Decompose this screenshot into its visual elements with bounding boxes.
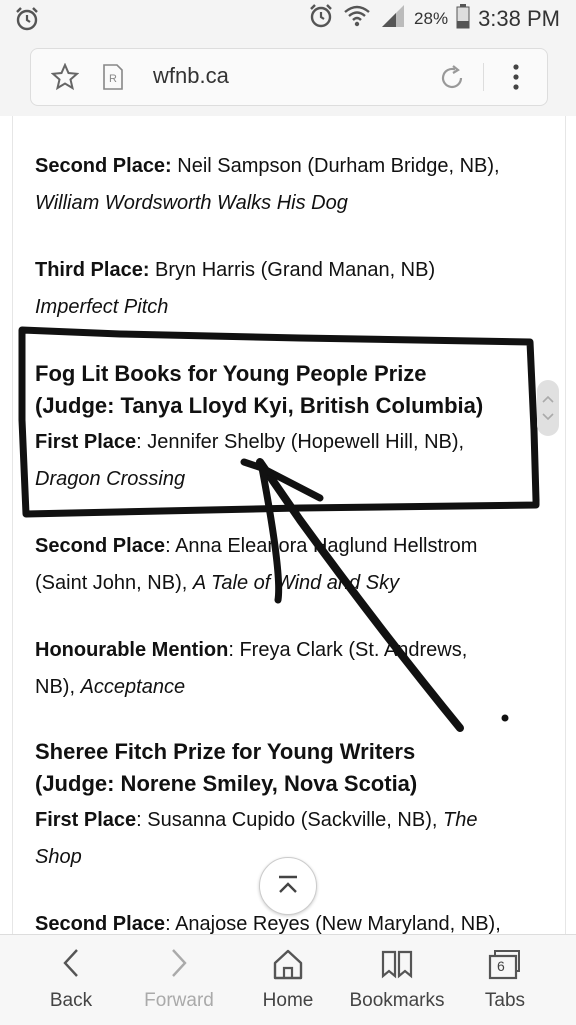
- reader-mode-icon[interactable]: R: [101, 63, 125, 96]
- award-label: First Place: [35, 809, 137, 831]
- winner-text: Bryn Harris (Grand Manan, NB): [149, 259, 436, 281]
- work-title: William Wordsworth Walks His Dog: [35, 192, 348, 214]
- forward-icon: [167, 947, 191, 984]
- back-icon: [59, 947, 83, 984]
- award-entry: Second Place: Neil Sampson (Durham Bridg…: [35, 148, 540, 222]
- work-title: Imperfect Pitch: [35, 296, 169, 318]
- bookmarks-button[interactable]: Bookmarks: [340, 935, 454, 1025]
- back-button[interactable]: Back: [22, 935, 120, 1025]
- work-title: Acceptance: [80, 676, 186, 698]
- prize-heading-line: Fog Lit Books for Young People Prize: [35, 361, 427, 386]
- bookmarks-label: Bookmarks: [349, 990, 445, 1011]
- award-label: Second Place: [35, 913, 166, 934]
- wifi-icon: [342, 3, 372, 35]
- winner-text: : Susanna Cupido (Sackville, NB),: [136, 809, 443, 831]
- clock: 3:38 PM: [478, 6, 560, 31]
- award-label: Honourable Mention: [35, 639, 229, 661]
- back-label: Back: [49, 990, 93, 1011]
- tabs-icon: 6: [487, 947, 523, 981]
- tab-count: 6: [497, 958, 505, 974]
- tabs-label: Tabs: [484, 990, 526, 1011]
- battery-percent: 28%: [414, 9, 449, 28]
- more-menu-icon[interactable]: [511, 61, 521, 98]
- forward-button[interactable]: Forward: [128, 935, 230, 1025]
- winner-text: : Freya Clark (St. Andrews,: [228, 639, 468, 661]
- signal-icon: [380, 3, 406, 35]
- web-content: Second Place: Neil Sampson (Durham Bridg…: [12, 116, 566, 934]
- alarm-icon: [14, 6, 40, 37]
- winner-text: : Anna Eleanora Haglund Hellstrom: [165, 535, 478, 557]
- award-entry: First Place: Jennifer Shelby (Hopewell H…: [35, 424, 540, 498]
- winner-text: Neil Sampson (Durham Bridge, NB),: [171, 155, 500, 177]
- winner-text: NB),: [35, 676, 81, 698]
- bookmarks-icon: [380, 947, 414, 986]
- award-entry: Second Place: Anna Eleanora Haglund Hell…: [35, 528, 540, 602]
- award-label: First Place: [35, 431, 137, 453]
- prize-heading: Sheree Fitch Prize for Young Writers (Ju…: [35, 736, 545, 800]
- prize-heading-line: (Judge: Tanya Lloyd Kyi, British Columbi…: [35, 393, 484, 418]
- prize-heading-line: Sheree Fitch Prize for Young Writers: [35, 739, 416, 764]
- winner-text: : Anajose Reyes (New Maryland, NB),: [165, 913, 501, 934]
- battery-icon: [456, 3, 470, 35]
- alarm-icon: [308, 3, 334, 35]
- status-icons: 28% 3:38 PM: [308, 4, 560, 34]
- work-title: Shop: [35, 846, 82, 868]
- winner-text: (Saint John, NB),: [35, 572, 193, 594]
- scroll-handle[interactable]: [537, 380, 559, 436]
- forward-label: Forward: [144, 990, 214, 1011]
- award-entry: Honourable Mention: Freya Clark (St. And…: [35, 632, 540, 706]
- address-bar[interactable]: R wfnb.ca: [30, 48, 548, 106]
- prize-heading: Fog Lit Books for Young People Prize (Ju…: [35, 358, 545, 422]
- winner-text: : Jennifer Shelby (Hopewell Hill, NB),: [136, 431, 465, 453]
- browser-toolbar: R wfnb.ca: [0, 38, 576, 116]
- scroll-to-top-button[interactable]: [259, 857, 317, 915]
- star-icon[interactable]: [50, 62, 80, 96]
- prize-heading-line: (Judge: Norene Smiley, Nova Scotia): [35, 771, 418, 796]
- home-icon: [271, 947, 305, 986]
- award-entry: Third Place: Bryn Harris (Grand Manan, N…: [35, 252, 540, 326]
- home-label: Home: [262, 990, 314, 1011]
- url-text[interactable]: wfnb.ca: [153, 63, 229, 89]
- award-label: Second Place: [35, 535, 166, 557]
- home-button[interactable]: Home: [248, 935, 328, 1025]
- tabs-button[interactable]: 6 Tabs: [470, 935, 540, 1025]
- reload-icon[interactable]: [437, 63, 467, 98]
- toolbar-divider: [483, 63, 484, 91]
- work-title: A Tale of Wind and Sky: [192, 572, 400, 594]
- scroll-to-top-icon: [276, 872, 300, 903]
- work-title: Dragon Crossing: [35, 468, 186, 490]
- bottom-navigation: Back Forward Home Bookmarks 6 Tabs: [0, 934, 576, 1025]
- award-label: Second Place:: [35, 155, 172, 177]
- award-label: Third Place:: [35, 259, 150, 281]
- status-bar: 28% 3:38 PM: [0, 0, 576, 38]
- work-title: The: [442, 809, 478, 831]
- svg-text:R: R: [109, 73, 117, 85]
